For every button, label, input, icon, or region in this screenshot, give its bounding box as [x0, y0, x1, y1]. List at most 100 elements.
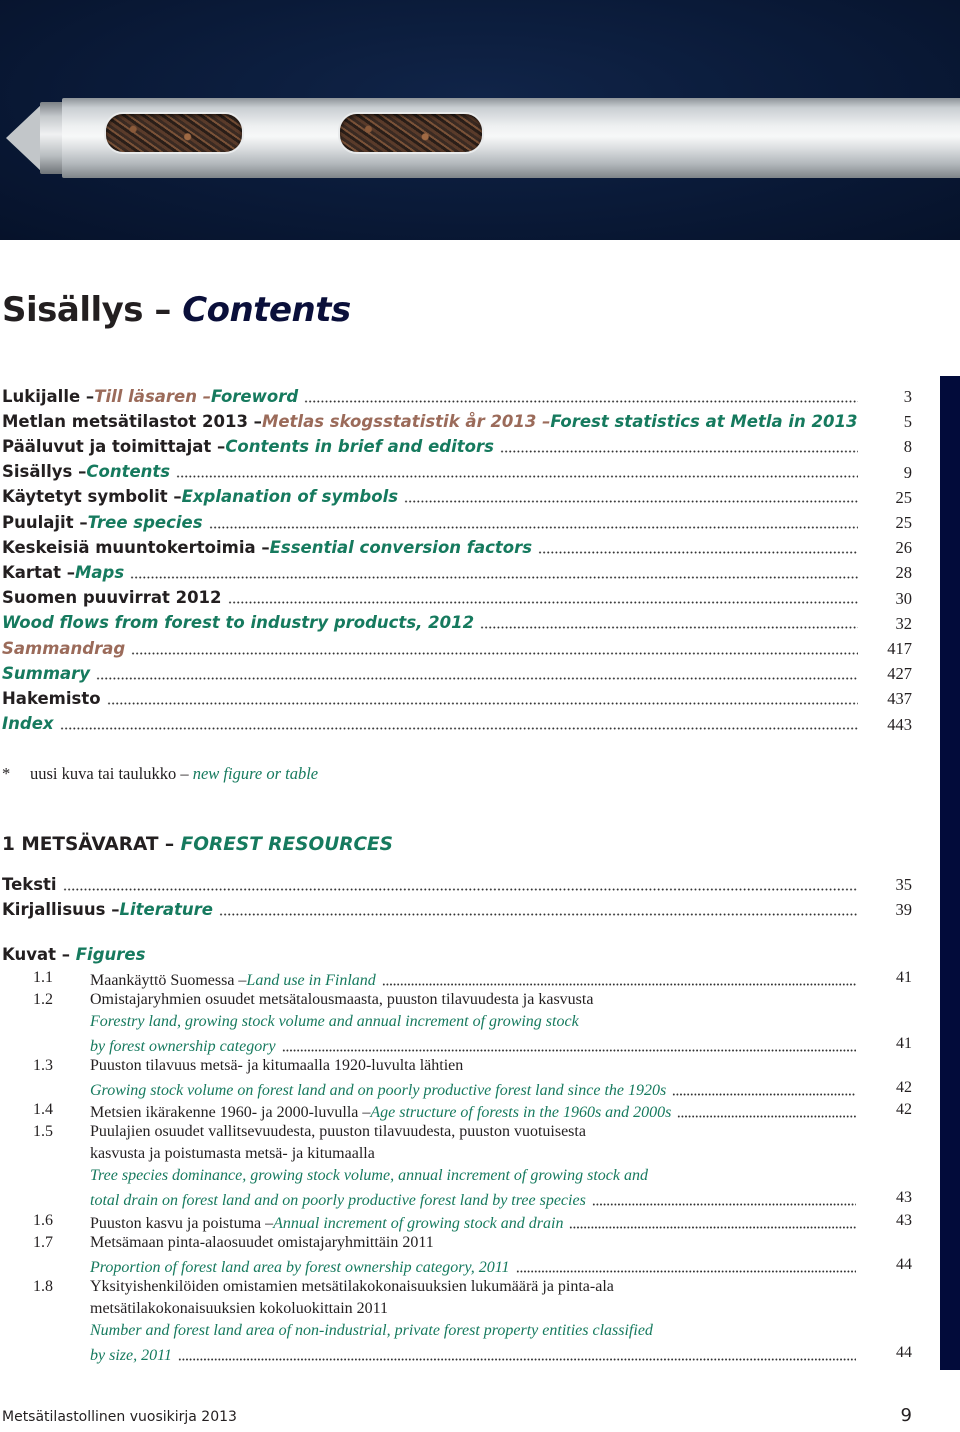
figures-heading-fi: Kuvat – — [2, 945, 76, 964]
section-entry-fi: Teksti — [2, 874, 57, 894]
toc-page-number: 25 — [895, 513, 913, 532]
figure-title-line: Number and forest land area of non-indus… — [90, 1322, 856, 1344]
figure-title-line: Omistajaryhmien osuudet metsätalousmaast… — [90, 991, 856, 1013]
toc-page-number: 427 — [887, 664, 912, 684]
toc-entry[interactable]: Keskeisiä muuntokertoimia – Essential co… — [2, 536, 858, 561]
figure-title-fi: kasvusta ja poistumasta metsä- ja kituma… — [90, 1145, 375, 1163]
toc-page-number: 3 — [903, 387, 912, 406]
figure-title-line: total drain on forest land and on poorly… — [90, 1189, 856, 1211]
section-heading: 1 METSÄVARAT – FOREST RESOURCES — [2, 834, 393, 855]
dot-leader — [538, 537, 858, 554]
toc-entry-en: Foreword — [210, 386, 299, 406]
toc-entry-fi: Käytetyt symbolit – — [2, 487, 182, 507]
toc-entry[interactable]: Sisällys – Contents — [2, 461, 858, 486]
probe-seed-window — [104, 112, 244, 154]
figure-title-en: Number and forest land area of non-indus… — [90, 1322, 653, 1340]
toc-entry-en: Index — [2, 714, 54, 734]
figure-title-fi: Puuston kasvu ja poistuma – — [90, 1215, 274, 1232]
toc-entry[interactable]: Pääluvut ja toimittajat – Contents in br… — [2, 435, 858, 460]
figure-title-line: Metsämaan pinta-alaosuudet omistajaryhmi… — [90, 1234, 856, 1256]
dot-leader — [106, 688, 858, 705]
dot-leader — [177, 1345, 856, 1362]
toc-page-number: 26 — [895, 538, 913, 558]
figure-page-number: 44 — [896, 1256, 912, 1274]
toc-entry[interactable]: Wood flows from forest to industry produ… — [2, 612, 858, 637]
figures-heading: Kuvat – Figures — [2, 945, 145, 964]
figure-title-line: Tree species dominance, growing stock vo… — [90, 1167, 856, 1189]
figure-number: 1.6 — [33, 1212, 53, 1229]
toc-entry-en: Tree species — [87, 512, 203, 532]
figure-title-fi: Maankäyttö Suomessa – — [90, 972, 247, 989]
probe-tip — [6, 104, 42, 172]
section-entry-fi: Kirjallisuus – — [2, 899, 120, 919]
dot-leader — [130, 562, 858, 579]
figure-title-line: by size, 2011 — [90, 1344, 856, 1366]
figure-title-en: Annual increment of growing stock and dr… — [273, 1215, 564, 1232]
section-entry[interactable]: Kirjallisuus – Literature — [2, 898, 858, 923]
figure-number: 1.4 — [33, 1101, 53, 1118]
figure-page-number: 41 — [896, 969, 912, 986]
toc-page-number: 437 — [887, 689, 912, 709]
figure-page-number: 41 — [896, 1035, 912, 1053]
figure-title-en: by forest ownership category — [90, 1038, 276, 1056]
toc-entry-en: Explanation of symbols — [181, 487, 399, 507]
toc-entry[interactable]: Metlan metsätilastot 2013 – Metlas skogs… — [2, 410, 858, 435]
toc-entry-fi: Puulajit – — [2, 512, 88, 532]
toc-entry[interactable]: Sammandrag — [2, 637, 858, 662]
toc-page-number: 30 — [895, 588, 913, 608]
dot-leader — [404, 486, 858, 504]
page-title-separator: – — [143, 290, 183, 330]
section-entry[interactable]: Teksti — [2, 873, 858, 898]
dot-leader — [381, 970, 856, 986]
figure-title-line: by forest ownership category — [90, 1035, 856, 1057]
dot-leader — [208, 512, 858, 529]
toc-entry-fi: Metlan metsätilastot 2013 – — [2, 411, 262, 431]
figure-title-line: Growing stock volume on forest land and … — [90, 1079, 856, 1101]
toc-entry-fi: Lukijalle – — [2, 386, 95, 406]
toc-entry-fi: Suomen puuvirrat 2012 — [2, 588, 222, 608]
toc-page-number: 5 — [903, 412, 912, 432]
dot-leader — [62, 874, 858, 891]
dot-leader — [281, 1036, 856, 1053]
page-title: Sisällys – Contents — [2, 290, 351, 330]
dot-leader — [227, 587, 858, 605]
toc-entry[interactable]: Hakemisto — [2, 687, 858, 712]
toc-entry-en: Contents — [86, 462, 171, 482]
toc-page-number: 28 — [895, 563, 913, 583]
dot-leader — [480, 612, 858, 630]
figure-title-fi: metsätilakokonaisuuksien kokoluokittain … — [90, 1300, 389, 1318]
toc-entry[interactable]: Lukijalle – Till läsaren – Foreword — [2, 385, 858, 410]
dot-leader — [59, 713, 858, 731]
figure-number: 1.2 — [33, 991, 53, 1008]
toc-page-number: 8 — [903, 437, 912, 457]
figure-title-en: Growing stock volume on forest land and … — [90, 1082, 667, 1100]
section-entry-page-number: 35 — [895, 875, 913, 894]
figure-number: 1.7 — [33, 1234, 53, 1251]
toc-entry[interactable]: Kartat – Maps — [2, 561, 858, 586]
toc-entry[interactable]: Käytetyt symbolit – Explanation of symbo… — [2, 486, 858, 511]
toc-entry-en: Summary — [2, 663, 91, 683]
dot-leader — [96, 663, 858, 680]
figure-title-fi: Yksityishenkilöiden omistamien metsätila… — [90, 1278, 614, 1295]
toc-entry[interactable]: Summary — [2, 662, 858, 687]
toc-entry[interactable]: Puulajit – Tree species — [2, 511, 858, 536]
figure-number: 1.5 — [33, 1123, 53, 1140]
figure-title-line: Metsien ikärakenne 1960- ja 2000-luvulla… — [90, 1101, 856, 1123]
toc-entry[interactable]: Index — [2, 713, 858, 738]
section-entry-en: Literature — [119, 899, 213, 919]
figure-title-en: Land use in Finland — [246, 972, 376, 989]
figure-page-number: 44 — [896, 1344, 912, 1362]
dot-leader — [176, 461, 858, 479]
toc-entry-en: Forest statistics at Metla in 2013 — [550, 411, 858, 431]
figure-page-number: 42 — [896, 1079, 912, 1097]
figure-page-number: 43 — [896, 1212, 912, 1229]
figure-title-line: Maankäyttö Suomessa – Land use in Finlan… — [90, 969, 856, 991]
figure-title-fi: Metsämaan pinta-alaosuudet omistajaryhmi… — [90, 1234, 434, 1251]
figure-page-number: 42 — [896, 1101, 912, 1118]
figure-page-number: 43 — [896, 1189, 912, 1207]
toc-entry-fi: Pääluvut ja toimittajat – — [2, 436, 226, 456]
figure-number: 1.3 — [33, 1057, 53, 1074]
toc-entry[interactable]: Suomen puuvirrat 2012 — [2, 587, 858, 612]
dot-leader — [591, 1190, 856, 1207]
toc-entry-en: Contents in brief and editors — [225, 436, 494, 456]
